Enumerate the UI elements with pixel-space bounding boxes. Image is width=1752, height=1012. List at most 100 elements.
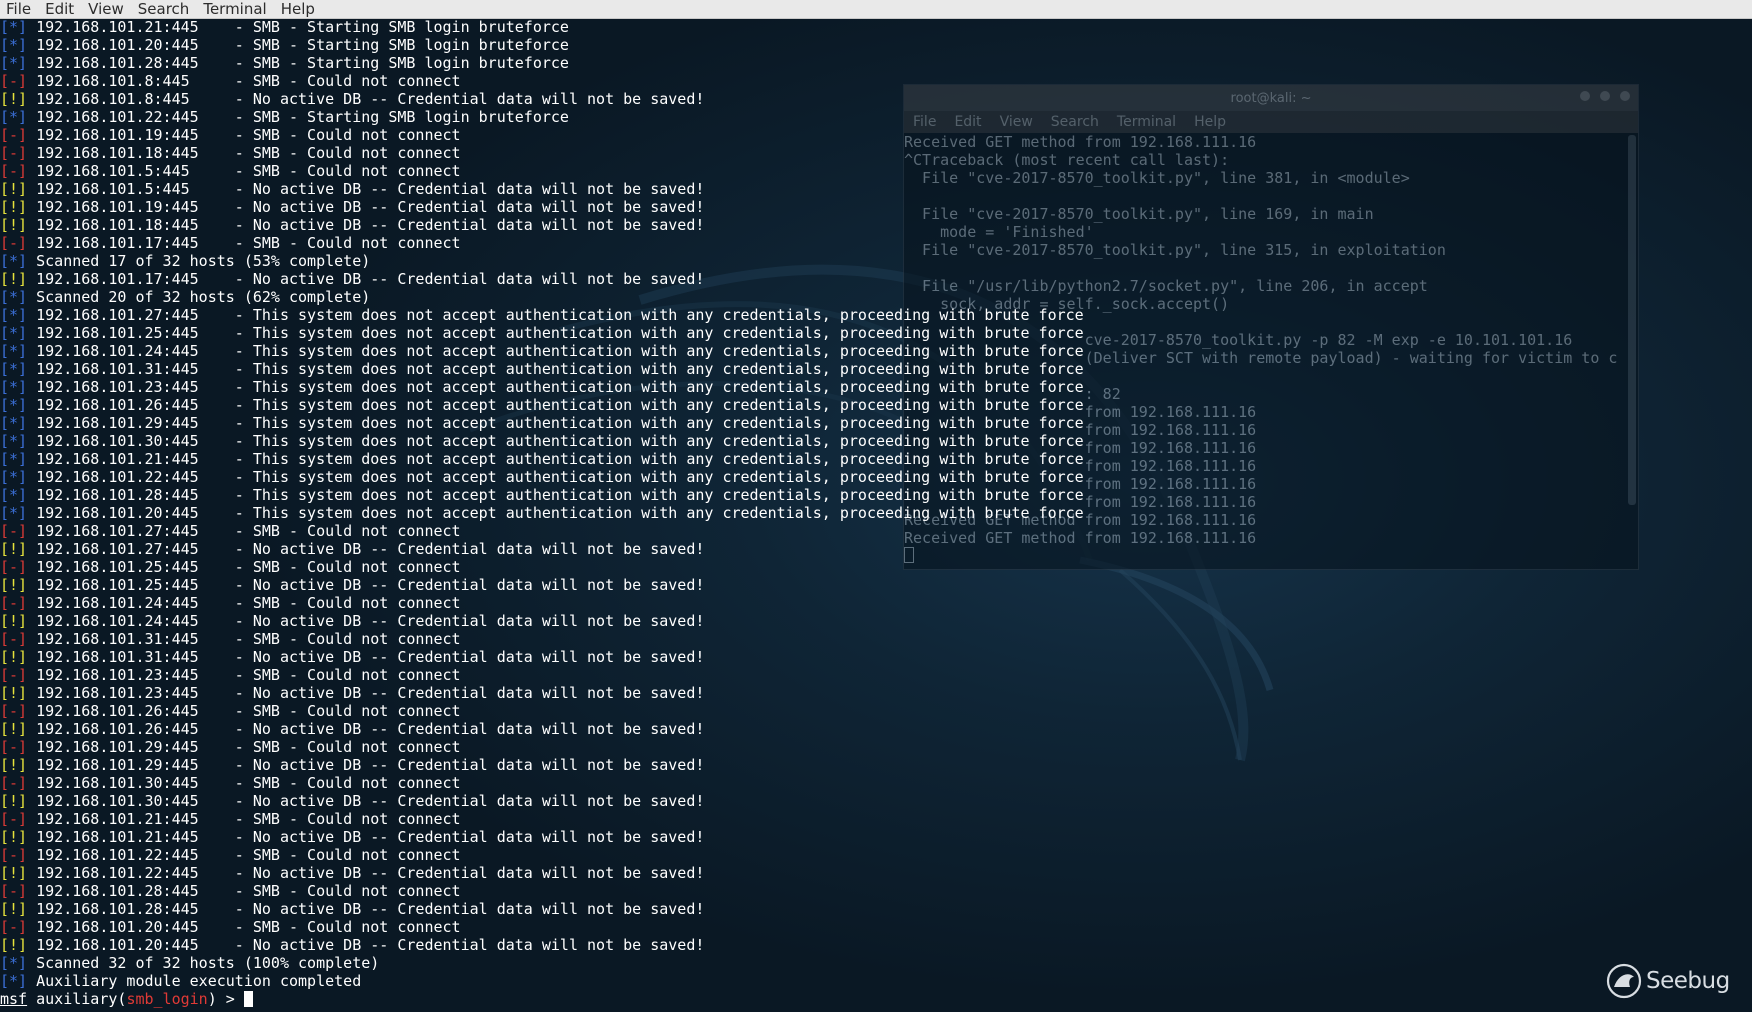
menu-edit[interactable]: Edit — [38, 0, 81, 18]
status-tag-err: [-] — [0, 882, 28, 900]
line-text: 192.168.101.26:445 - SMB - Could not con… — [27, 702, 461, 720]
status-tag-info: [*] — [0, 342, 28, 360]
terminal-line: [!] 192.168.101.19:445 - No active DB --… — [0, 198, 1752, 216]
status-tag-err: [-] — [0, 810, 28, 828]
status-tag-warn: [!] — [0, 684, 28, 702]
line-text: 192.168.101.17:445 - No active DB -- Cre… — [27, 270, 705, 288]
status-tag-err: [-] — [0, 738, 28, 756]
line-text: 192.168.101.25:445 - No active DB -- Cre… — [27, 576, 705, 594]
line-text: 192.168.101.28:445 - SMB - Starting SMB … — [27, 54, 569, 72]
line-text: 192.168.101.29:445 - SMB - Could not con… — [27, 738, 461, 756]
status-tag-err: [-] — [0, 702, 28, 720]
prompt-suffix: ) > — [207, 990, 244, 1008]
terminal-line: [-] 192.168.101.26:445 - SMB - Could not… — [0, 702, 1752, 720]
line-text: 192.168.101.23:445 - This system does no… — [27, 378, 1084, 396]
line-text: Scanned 32 of 32 hosts (100% complete) — [27, 954, 380, 972]
line-text: 192.168.101.8:445 - SMB - Could not conn… — [27, 72, 461, 90]
terminal-line: [!] 192.168.101.18:445 - No active DB --… — [0, 216, 1752, 234]
status-tag-info: [*] — [0, 954, 28, 972]
text-cursor[interactable] — [243, 991, 253, 1007]
status-tag-info: [*] — [0, 252, 28, 270]
status-tag-err: [-] — [0, 234, 28, 252]
terminal-line: [*] 192.168.101.28:445 - SMB - Starting … — [0, 54, 1752, 72]
line-text: 192.168.101.21:445 - SMB - Could not con… — [27, 810, 461, 828]
terminal-line: [-] 192.168.101.28:445 - SMB - Could not… — [0, 882, 1752, 900]
line-text: 192.168.101.18:445 - SMB - Could not con… — [27, 144, 461, 162]
command-prompt[interactable]: msf auxiliary(smb_login) > — [0, 990, 1752, 1008]
menu-bar: File Edit View Search Terminal Help — [0, 0, 1752, 19]
line-text: 192.168.101.27:445 - No active DB -- Cre… — [27, 540, 705, 558]
terminal-line: [*] 192.168.101.21:445 - SMB - Starting … — [0, 18, 1752, 36]
status-tag-info: [*] — [0, 288, 28, 306]
terminal-line: [!] 192.168.101.28:445 - No active DB --… — [0, 900, 1752, 918]
status-tag-warn: [!] — [0, 90, 28, 108]
status-tag-info: [*] — [0, 324, 28, 342]
status-tag-warn: [!] — [0, 900, 28, 918]
status-tag-warn: [!] — [0, 720, 28, 738]
line-text: 192.168.101.22:445 - This system does no… — [27, 468, 1084, 486]
terminal-line: [!] 192.168.101.27:445 - No active DB --… — [0, 540, 1752, 558]
line-text: 192.168.101.28:445 - SMB - Could not con… — [27, 882, 461, 900]
status-tag-info: [*] — [0, 378, 28, 396]
terminal-line: [*] 192.168.101.22:445 - SMB - Starting … — [0, 108, 1752, 126]
line-text: 192.168.101.24:445 - SMB - Could not con… — [27, 594, 461, 612]
status-tag-err: [-] — [0, 630, 28, 648]
terminal-line: [-] 192.168.101.30:445 - SMB - Could not… — [0, 774, 1752, 792]
watermark-text: Seebug — [1646, 968, 1730, 994]
status-tag-warn: [!] — [0, 540, 28, 558]
terminal-line: [*] 192.168.101.28:445 - This system doe… — [0, 486, 1752, 504]
terminal-line: [-] 192.168.101.5:445 - SMB - Could not … — [0, 162, 1752, 180]
status-tag-warn: [!] — [0, 612, 28, 630]
status-tag-warn: [!] — [0, 180, 28, 198]
terminal-line: [-] 192.168.101.23:445 - SMB - Could not… — [0, 666, 1752, 684]
menu-help[interactable]: Help — [274, 0, 322, 18]
status-tag-info: [*] — [0, 108, 28, 126]
terminal-line: [*] 192.168.101.25:445 - This system doe… — [0, 324, 1752, 342]
line-text: 192.168.101.20:445 - No active DB -- Cre… — [27, 936, 705, 954]
menu-search[interactable]: Search — [131, 0, 197, 18]
status-tag-warn: [!] — [0, 792, 28, 810]
terminal-output[interactable]: [*] 192.168.101.21:445 - SMB - Starting … — [0, 18, 1752, 1012]
line-text: 192.168.101.20:445 - SMB - Starting SMB … — [27, 36, 569, 54]
line-text: 192.168.101.28:445 - This system does no… — [27, 486, 1084, 504]
terminal-line: [!] 192.168.101.30:445 - No active DB --… — [0, 792, 1752, 810]
status-tag-info: [*] — [0, 972, 28, 990]
status-tag-err: [-] — [0, 846, 28, 864]
status-tag-info: [*] — [0, 36, 28, 54]
menu-terminal[interactable]: Terminal — [196, 0, 273, 18]
line-text: 192.168.101.24:445 - No active DB -- Cre… — [27, 612, 705, 630]
status-tag-err: [-] — [0, 594, 28, 612]
terminal-line: [*] Auxiliary module execution completed — [0, 972, 1752, 990]
menu-file[interactable]: File — [0, 0, 38, 18]
terminal-line: [!] 192.168.101.22:445 - No active DB --… — [0, 864, 1752, 882]
terminal-line: [!] 192.168.101.21:445 - No active DB --… — [0, 828, 1752, 846]
seebug-logo-icon — [1606, 963, 1642, 999]
menu-view[interactable]: View — [81, 0, 131, 18]
status-tag-info: [*] — [0, 504, 28, 522]
status-tag-warn: [!] — [0, 828, 28, 846]
terminal-line: [*] 192.168.101.26:445 - This system doe… — [0, 396, 1752, 414]
line-text: 192.168.101.30:445 - This system does no… — [27, 432, 1084, 450]
status-tag-info: [*] — [0, 360, 28, 378]
terminal-line: [!] 192.168.101.31:445 - No active DB --… — [0, 648, 1752, 666]
line-text: 192.168.101.20:445 - SMB - Could not con… — [27, 918, 461, 936]
prompt-msf: msf — [0, 990, 28, 1008]
line-text: 192.168.101.24:445 - This system does no… — [27, 342, 1084, 360]
line-text: 192.168.101.21:445 - This system does no… — [27, 450, 1084, 468]
line-text: Auxiliary module execution completed — [27, 972, 362, 990]
line-text: 192.168.101.30:445 - No active DB -- Cre… — [27, 792, 705, 810]
line-text: 192.168.101.23:445 - SMB - Could not con… — [27, 666, 461, 684]
line-text: 192.168.101.19:445 - No active DB -- Cre… — [27, 198, 705, 216]
line-text: Scanned 17 of 32 hosts (53% complete) — [27, 252, 371, 270]
line-text: 192.168.101.27:445 - SMB - Could not con… — [27, 522, 461, 540]
terminal-line: [*] 192.168.101.20:445 - This system doe… — [0, 504, 1752, 522]
terminal-line: [*] 192.168.101.23:445 - This system doe… — [0, 378, 1752, 396]
status-tag-info: [*] — [0, 396, 28, 414]
line-text: 192.168.101.18:445 - No active DB -- Cre… — [27, 216, 705, 234]
status-tag-info: [*] — [0, 54, 28, 72]
terminal-line: [*] 192.168.101.27:445 - This system doe… — [0, 306, 1752, 324]
terminal-line: [*] 192.168.101.20:445 - SMB - Starting … — [0, 36, 1752, 54]
terminal-line: [*] 192.168.101.22:445 - This system doe… — [0, 468, 1752, 486]
status-tag-info: [*] — [0, 432, 28, 450]
status-tag-info: [*] — [0, 414, 28, 432]
